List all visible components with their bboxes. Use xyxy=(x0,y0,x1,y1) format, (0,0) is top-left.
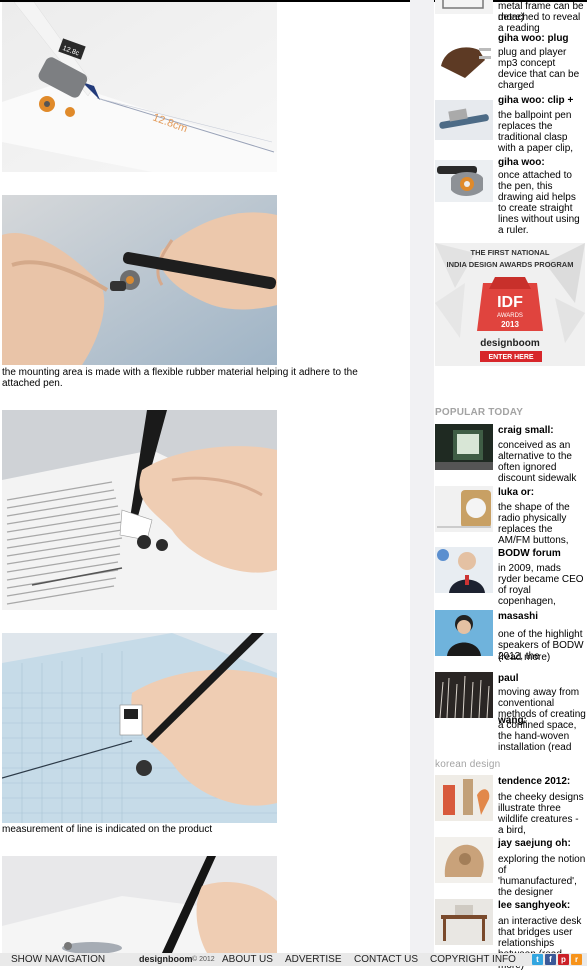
sidebar-gutter xyxy=(410,0,434,966)
popular-thumb[interactable] xyxy=(435,424,493,470)
korean-title[interactable]: lee sanghyeok: xyxy=(498,900,573,912)
article-image-underlining-text xyxy=(2,410,277,610)
related-thumb[interactable] xyxy=(435,0,493,14)
rss-icon[interactable]: r xyxy=(571,954,582,965)
popular-title[interactable]: paul xyxy=(498,673,521,685)
caption-measurement: measurement of line is indicated on the … xyxy=(2,824,213,835)
show-navigation-button[interactable]: SHOW NAVIGATION xyxy=(11,953,105,966)
overlap-text-wang[interactable]: wang: xyxy=(498,715,527,726)
popular-desc: in 2009, mads ryder became CEO of royal … xyxy=(498,563,584,607)
related-title[interactable]: giha woo: plug xyxy=(498,33,571,45)
korean-title[interactable]: tendence 2012: xyxy=(498,776,573,788)
popular-title[interactable]: BODW forum xyxy=(498,548,563,560)
related-desc: plug and player mp3 concept device that … xyxy=(498,47,580,91)
article-image-attaching-device xyxy=(2,195,277,365)
related-thumb[interactable] xyxy=(435,38,493,83)
popular-thumb[interactable] xyxy=(435,486,493,532)
article-column: 12.8cm 12.8c the mounting area is made w… xyxy=(0,0,410,966)
related-title[interactable]: giha woo: xyxy=(498,157,547,169)
footer-copyright: © 2012 xyxy=(192,956,215,963)
footer-link-about[interactable]: ABOUT US xyxy=(222,953,273,966)
korean-thumb[interactable] xyxy=(435,837,493,883)
ad-badge-main: IDF xyxy=(497,294,523,311)
caption-mounting: the mounting area is made with a flexibl… xyxy=(2,367,358,389)
popular-thumb[interactable] xyxy=(435,610,493,656)
article-image-device-measuring: 12.8cm 12.8c xyxy=(2,2,277,172)
footer-bar: SHOW NAVIGATION designboom © 2012 ABOUT … xyxy=(0,953,587,966)
article-image-grid-measurement xyxy=(2,633,277,823)
ad-headline-2: INDIA DESIGN AWARDS PROGRAM xyxy=(447,260,574,269)
related-thumb[interactable] xyxy=(435,160,493,202)
popular-title[interactable]: luka or: xyxy=(498,487,537,499)
ad-brand: designboom xyxy=(480,338,540,349)
related-desc: once attached to the pen, this drawing a… xyxy=(498,170,580,236)
article-image-pen-partial xyxy=(2,856,277,953)
related-desc: the ballpoint pen replaces the tradition… xyxy=(498,110,574,154)
twitter-icon[interactable]: t xyxy=(532,954,543,965)
popular-title[interactable]: masashi xyxy=(498,611,541,623)
pinterest-icon[interactable]: p xyxy=(558,954,569,965)
ad-badge-year: 2013 xyxy=(501,320,519,329)
facebook-icon[interactable]: f xyxy=(545,954,556,965)
ad-headline-1: THE FIRST NATIONAL xyxy=(470,248,549,257)
footer-link-advertise[interactable]: ADVERTISE xyxy=(285,953,342,966)
overlap-text-read-more[interactable]: (read more) xyxy=(498,652,550,663)
popular-desc: the shape of the radio physically replac… xyxy=(498,502,570,546)
footer-brand-logo[interactable]: designboom xyxy=(139,953,193,966)
related-title[interactable]: giha woo: clip + xyxy=(498,95,576,107)
korean-title[interactable]: jay saejung oh: xyxy=(498,838,573,850)
idf-awards-ad-banner[interactable]: THE FIRST NATIONAL INDIA DESIGN AWARDS P… xyxy=(435,243,585,366)
sidebar: metal frame can be detached to reveal a … xyxy=(435,0,587,971)
korean-desc: exploring the notion of 'humanufactured'… xyxy=(498,854,586,898)
footer-link-copyright-info[interactable]: COPYRIGHT INFO xyxy=(430,953,516,966)
overlap-text-more: more) xyxy=(498,12,525,23)
korean-design-heading: korean design xyxy=(435,759,501,770)
ad-badge-sub: AWARDS xyxy=(497,313,523,319)
popular-title[interactable]: craig small: xyxy=(498,425,556,437)
korean-thumb[interactable] xyxy=(435,775,493,821)
ad-enter-button[interactable]: ENTER HERE xyxy=(488,354,533,361)
popular-thumb[interactable] xyxy=(435,672,493,718)
popular-thumb[interactable] xyxy=(435,547,493,593)
korean-desc: the cheeky designs illustrate three wild… xyxy=(498,792,584,836)
related-thumb[interactable] xyxy=(435,100,493,140)
korean-thumb[interactable] xyxy=(435,899,493,945)
popular-desc: conceived as an alternative to the often… xyxy=(498,440,577,484)
popular-today-heading: POPULAR TODAY xyxy=(435,407,524,418)
footer-link-contact[interactable]: CONTACT US xyxy=(354,953,418,966)
